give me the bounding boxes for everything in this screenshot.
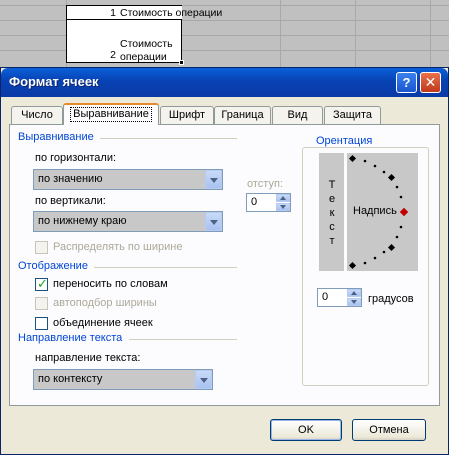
cancel-button[interactable]: Отмена — [352, 419, 426, 441]
spin-up-icon[interactable] — [347, 289, 361, 297]
orientation-group-title: Орентация — [314, 135, 375, 147]
tab-label: Вид — [287, 109, 308, 121]
indent-value: 0 — [251, 196, 258, 208]
spreadsheet-background: 1 Стоимость операции 2 Стоимость операци… — [0, 0, 449, 68]
close-icon: ✕ — [424, 74, 437, 90]
degrees-value: 0 — [322, 291, 329, 303]
orientation-text-label: Надпись — [353, 205, 397, 217]
alignment-group-title: Выравнивание — [18, 131, 94, 143]
dialog-title: Формат ячеек — [9, 74, 99, 89]
direction-select[interactable]: по контексту — [33, 369, 213, 390]
group-divider — [129, 339, 237, 340]
degrees-stepper[interactable]: 0 — [317, 288, 362, 307]
tab-protection[interactable]: Защита — [324, 106, 381, 124]
direction-select-value: по контексту — [38, 373, 103, 385]
vertical-text: Текст — [328, 179, 336, 247]
merge-cells-label: объединение ячеек — [53, 317, 153, 329]
wrap-text-checkbox[interactable]: ✓ — [35, 276, 48, 291]
degrees-label: градусов — [368, 293, 414, 305]
horizontal-select-value: по значению — [38, 173, 103, 185]
tab-view[interactable]: Вид — [272, 106, 323, 124]
merge-cells-checkbox[interactable] — [35, 317, 48, 330]
group-divider — [94, 267, 237, 268]
fill-handle[interactable] — [179, 60, 184, 65]
chevron-down-icon[interactable] — [205, 212, 222, 231]
horizontal-label: по горизонтали: — [35, 152, 117, 164]
spin-down-icon[interactable] — [276, 203, 290, 211]
spin-down-icon[interactable] — [347, 298, 361, 306]
direction-label: направление текста: — [35, 352, 141, 364]
cell-a2-value: 2 — [110, 49, 116, 61]
tab-alignment[interactable]: Выравнивание — [63, 103, 159, 125]
shrink-to-fit-checkbox[interactable] — [35, 297, 48, 310]
wrap-text-label: переносить по словам — [53, 278, 168, 290]
tab-label: Граница — [221, 109, 264, 121]
cell-b2-text-line2: операции — [120, 51, 167, 63]
ok-button[interactable]: OK — [270, 419, 342, 441]
close-button[interactable]: ✕ — [420, 72, 441, 93]
indent-label: отступ: — [247, 178, 283, 190]
help-button[interactable]: ? — [396, 72, 417, 93]
help-icon: ? — [402, 75, 411, 90]
cell-b1[interactable]: Стоимость операции — [118, 5, 222, 20]
tab-border[interactable]: Граница — [214, 106, 271, 124]
indent-spin-buttons — [276, 194, 290, 211]
orientation-dial[interactable]: Надпись — [347, 153, 418, 271]
vertical-select-value: по нижнему краю — [38, 215, 127, 227]
grid-line — [430, 0, 431, 68]
cell-b2-text-line1: Стоимость — [120, 38, 173, 50]
distribute-checkbox[interactable] — [35, 241, 48, 254]
cell-a1[interactable]: 1 — [66, 5, 119, 20]
tab-label: Число — [21, 109, 53, 121]
cell-a1-value: 1 — [110, 7, 116, 19]
vertical-text-toggle[interactable]: Текст — [319, 153, 344, 271]
direction-group-title: Направление текста — [18, 332, 123, 344]
vertical-select[interactable]: по нижнему краю — [33, 211, 223, 232]
ok-button-label: OK — [298, 424, 314, 436]
format-cells-dialog: Формат ячеек ? ✕ Число Выравнивание Шриф… — [0, 67, 449, 455]
grid-line — [280, 0, 281, 68]
distribute-label: Распределять по ширине — [53, 241, 183, 253]
grid-line — [355, 0, 356, 68]
title-bar[interactable]: Формат ячеек ? ✕ — [1, 68, 448, 97]
cancel-button-label: Отмена — [369, 424, 409, 436]
tab-label: Выравнивание — [70, 107, 152, 122]
tab-number[interactable]: Число — [11, 106, 63, 124]
tab-label: Шрифт — [168, 109, 206, 121]
tab-font[interactable]: Шрифт — [160, 106, 214, 124]
shrink-to-fit-label: автоподбор ширины — [53, 297, 157, 309]
display-group-title: Отображение — [18, 260, 88, 272]
chevron-down-icon[interactable] — [195, 370, 212, 389]
indent-stepper[interactable]: 0 — [246, 193, 291, 212]
tab-label: Защита — [333, 109, 372, 121]
cell-a2[interactable]: 2 — [66, 19, 119, 63]
check-icon: ✓ — [37, 276, 48, 291]
cell-b2[interactable]: Стоимость операции — [118, 19, 182, 63]
degrees-spin-buttons — [347, 289, 361, 306]
vertical-label: по вертикали: — [35, 195, 106, 207]
chevron-down-icon[interactable] — [205, 170, 222, 189]
cell-b1-text: Стоимость операции — [120, 7, 223, 19]
spin-up-icon[interactable] — [276, 194, 290, 202]
horizontal-select[interactable]: по значению — [33, 169, 223, 190]
group-divider — [100, 138, 237, 139]
